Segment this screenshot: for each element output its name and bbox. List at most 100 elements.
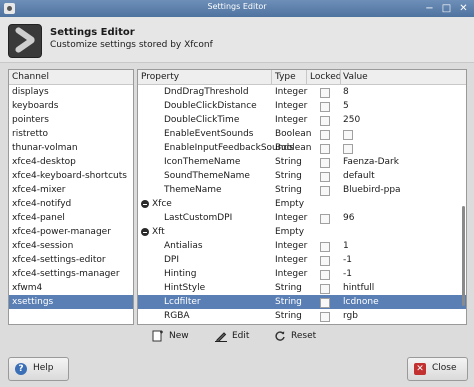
locked-checkbox[interactable] [320,270,330,280]
channel-item[interactable]: xfce4-keyboard-shortcuts [9,169,133,183]
property-row[interactable]: IconThemeName String Faenza-Dark [138,155,466,169]
property-value[interactable]: 5 [343,99,349,113]
close-icon: ✕ [414,363,426,375]
property-name: HintStyle [164,283,206,293]
window-title: Settings Editor [207,2,267,11]
property-type: String [275,185,302,195]
channel-item[interactable]: xfwm4 [9,281,133,295]
property-row[interactable]: LastCustomDPI Integer 96 [138,211,466,225]
collapse-icon[interactable] [141,200,149,208]
property-row[interactable]: EnableInputFeedbackSounds Boolean [138,141,466,155]
help-label: Help [33,363,54,373]
property-value[interactable]: -1 [343,267,352,281]
locked-checkbox[interactable] [320,312,330,322]
collapse-icon[interactable] [141,228,149,236]
property-value[interactable]: -1 [343,253,352,267]
property-row[interactable]: Lcdfilter String lcdnone [138,295,466,309]
property-value[interactable]: 96 [343,211,354,225]
locked-checkbox[interactable] [320,144,330,154]
property-value[interactable]: Bluebird-ppa [343,183,401,197]
property-name: LastCustomDPI [164,213,233,223]
channel-item[interactable]: ristretto [9,127,133,141]
help-icon: ? [15,363,27,375]
locked-checkbox[interactable] [320,158,330,168]
title-bar[interactable]: Settings Editor − □ ✕ [0,0,474,17]
channel-list[interactable]: Channel displays keyboards pointers ristret… [8,69,134,325]
locked-column-header[interactable]: Locked [310,70,341,84]
property-value[interactable]: rgb [343,309,358,323]
property-name: DndDragThreshold [164,87,249,97]
locked-checkbox[interactable] [320,130,330,140]
channel-item[interactable]: xfce4-session [9,239,133,253]
locked-checkbox[interactable] [320,88,330,98]
property-type: Integer [275,87,308,97]
channel-item[interactable]: thunar-volman [9,141,133,155]
property-type: Boolean [275,143,312,153]
locked-checkbox[interactable] [320,116,330,126]
property-tree[interactable]: Property Type Locked Value DndDragThresh… [137,69,467,325]
property-row[interactable]: EnableEventSounds Boolean [138,127,466,141]
channel-item[interactable]: xsettings [9,295,133,309]
locked-checkbox[interactable] [320,256,330,266]
minimize-button[interactable]: − [424,3,435,14]
value-checkbox[interactable] [343,130,353,140]
property-value[interactable]: 250 [343,113,360,127]
property-scrollbar[interactable] [462,86,465,322]
property-name: Antialias [164,241,203,251]
scrollbar-thumb[interactable] [462,206,465,306]
property-name: Lcdfilter [164,297,201,307]
channel-item[interactable]: xfce4-mixer [9,183,133,197]
locked-checkbox[interactable] [320,172,330,182]
channel-item[interactable]: pointers [9,113,133,127]
property-value[interactable]: default [343,169,375,183]
property-row[interactable]: SoundThemeName String default [138,169,466,183]
help-button[interactable]: ? Help [8,357,69,381]
property-row[interactable]: DPI Integer -1 [138,253,466,267]
type-column-header[interactable]: Type [275,70,296,84]
property-type: Integer [275,241,308,251]
property-row[interactable]: ThemeName String Bluebird-ppa [138,183,466,197]
channel-item[interactable]: xfce4-notifyd [9,197,133,211]
close-button[interactable]: ✕ Close [407,357,468,381]
channel-item[interactable]: xfce4-settings-editor [9,253,133,267]
property-row[interactable]: RGBA String rgb [138,309,466,323]
property-row[interactable]: DndDragThreshold Integer 8 [138,85,466,99]
property-row[interactable]: DoubleClickDistance Integer 5 [138,99,466,113]
channel-column-header[interactable]: Channel [9,70,133,85]
property-column-header[interactable]: Property [141,70,179,84]
property-row[interactable]: Xfce Empty [138,197,466,211]
value-checkbox[interactable] [343,144,353,154]
locked-checkbox[interactable] [320,242,330,252]
channel-item[interactable]: xfce4-desktop [9,155,133,169]
channel-item[interactable]: displays [9,85,133,99]
close-window-button[interactable]: ✕ [458,3,469,14]
property-row[interactable]: Xft Empty [138,225,466,239]
value-column-header[interactable]: Value [343,70,368,84]
property-value[interactable]: 8 [343,85,349,99]
property-name: DoubleClickTime [164,115,240,125]
maximize-button[interactable]: □ [441,3,452,14]
property-value[interactable]: Faenza-Dark [343,155,399,169]
channel-item[interactable]: xfce4-power-manager [9,225,133,239]
property-value[interactable]: 1 [343,239,349,253]
property-row[interactable]: HintStyle String hintfull [138,281,466,295]
property-value[interactable]: lcdnone [343,295,379,309]
property-value[interactable]: hintfull [343,281,374,295]
property-type: String [275,311,302,321]
property-name: SoundThemeName [164,171,250,181]
property-name: RGBA [164,311,190,321]
channel-item[interactable]: keyboards [9,99,133,113]
locked-checkbox[interactable] [320,102,330,112]
locked-checkbox[interactable] [320,186,330,196]
property-type: Integer [275,101,308,111]
locked-checkbox[interactable] [320,214,330,224]
property-row[interactable]: Hinting Integer -1 [138,267,466,281]
header-title: Settings Editor [50,27,135,38]
channel-item[interactable]: xfce4-settings-manager [9,267,133,281]
property-type: String [275,171,302,181]
property-row[interactable]: Antialias Integer 1 [138,239,466,253]
locked-checkbox[interactable] [320,298,330,308]
channel-item[interactable]: xfce4-panel [9,211,133,225]
property-row[interactable]: DoubleClickTime Integer 250 [138,113,466,127]
locked-checkbox[interactable] [320,284,330,294]
